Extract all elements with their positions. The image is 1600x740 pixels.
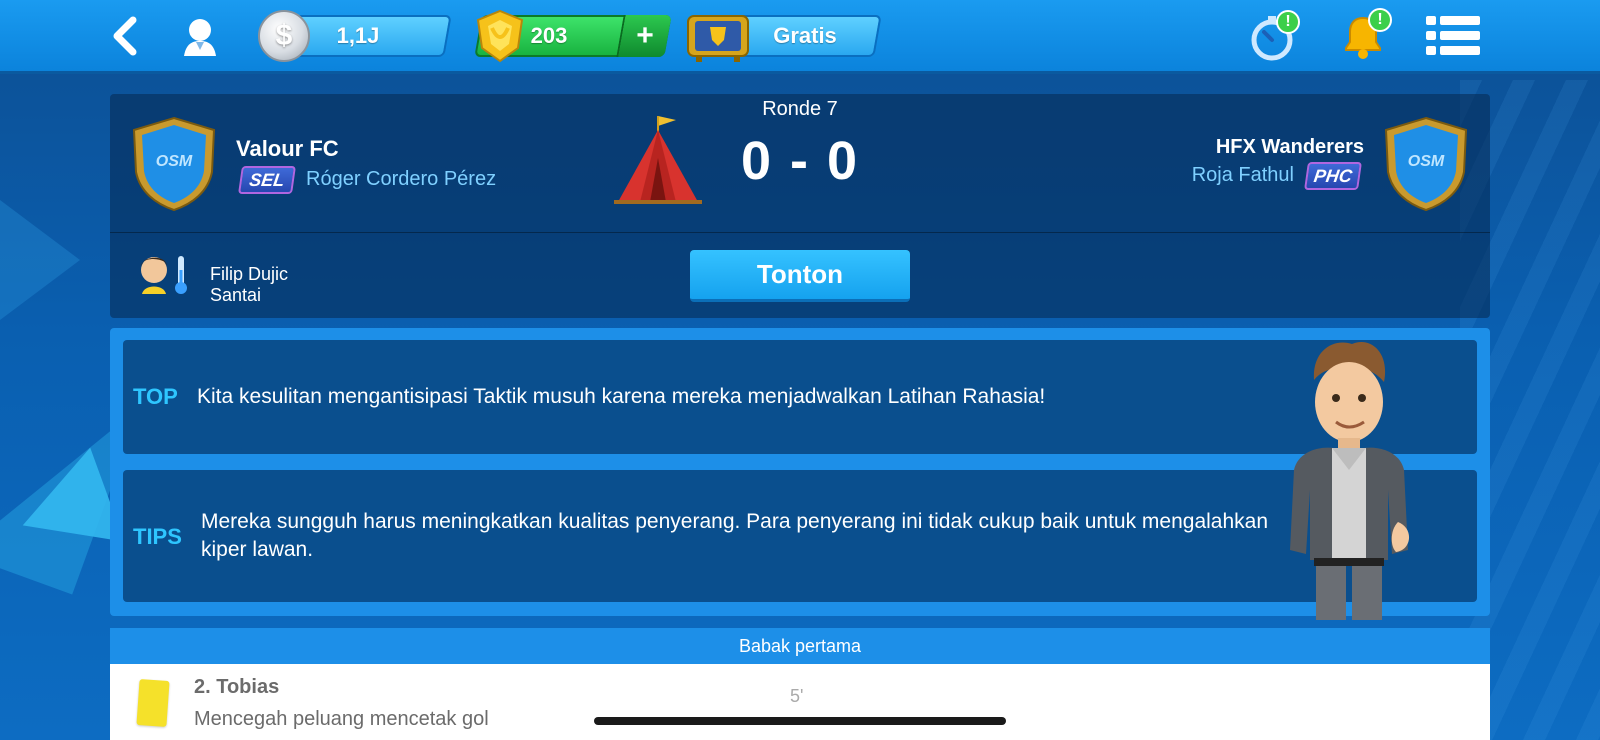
menu-icon xyxy=(1426,16,1480,55)
yellow-card-icon xyxy=(136,679,170,727)
menu-button[interactable] xyxy=(1424,12,1482,60)
profile-icon xyxy=(184,19,216,56)
header-divider xyxy=(110,232,1490,233)
coach-info: Filip Dujic Santai xyxy=(210,264,288,306)
timeline-event-row[interactable]: 2. Tobias Mencegah peluang mencetak gol … xyxy=(110,664,1490,740)
coach-avatar-icon xyxy=(141,256,187,294)
match-header: Ronde 7 OSM Valour FC SEL Róger Cordero … xyxy=(110,94,1490,318)
back-icon xyxy=(113,16,137,56)
watch-button[interactable]: Tonton xyxy=(690,250,910,302)
background-triangle xyxy=(5,447,125,573)
away-manager-badge: PHC xyxy=(1304,162,1362,190)
timer-button[interactable]: ! xyxy=(1250,10,1300,62)
tv-icon xyxy=(687,15,749,62)
event-description: Mencegah peluang mencetak gol xyxy=(194,708,489,730)
bell-alert-badge: ! xyxy=(1368,8,1392,32)
profile-button[interactable] xyxy=(178,14,222,58)
free-video-label: Gratis xyxy=(773,23,837,48)
buy-gems-button[interactable]: + xyxy=(616,15,672,57)
tip-text: Kita kesulitan mengantisipasi Taktik mus… xyxy=(197,385,1046,408)
away-team-name: HFX Wanderers xyxy=(1215,136,1364,158)
notifications-button[interactable]: ! xyxy=(1338,8,1392,62)
back-button[interactable] xyxy=(104,14,144,58)
tip-key: TIPS xyxy=(133,524,182,549)
coin-icon: $ xyxy=(258,10,310,62)
tip-key: TOP xyxy=(133,384,178,409)
top-bar: 1,1J $ 203 + Gratis ! ! xyxy=(0,0,1600,74)
coach-status: Santai xyxy=(210,285,262,305)
away-crest-icon: OSM xyxy=(1384,116,1468,212)
gem-icon xyxy=(476,9,524,63)
background-triangle xyxy=(0,200,80,320)
away-crest-label: OSM xyxy=(1408,153,1445,170)
round-label: Ronde 7 xyxy=(762,98,838,120)
coach-name: Filip Dujic xyxy=(210,264,289,284)
away-manager-name[interactable]: Roja Fathul xyxy=(1192,164,1294,187)
event-minute: 5' xyxy=(790,686,804,706)
event-player: 2. Tobias xyxy=(194,676,280,698)
half-label: Babak pertama xyxy=(110,628,1490,664)
home-indicator-bar[interactable] xyxy=(594,717,1006,725)
timer-alert-badge: ! xyxy=(1276,10,1300,34)
assistant-mascot-icon xyxy=(1290,341,1410,620)
tip-text: Mereka sungguh harus meningkatkan kualit… xyxy=(201,510,1269,561)
